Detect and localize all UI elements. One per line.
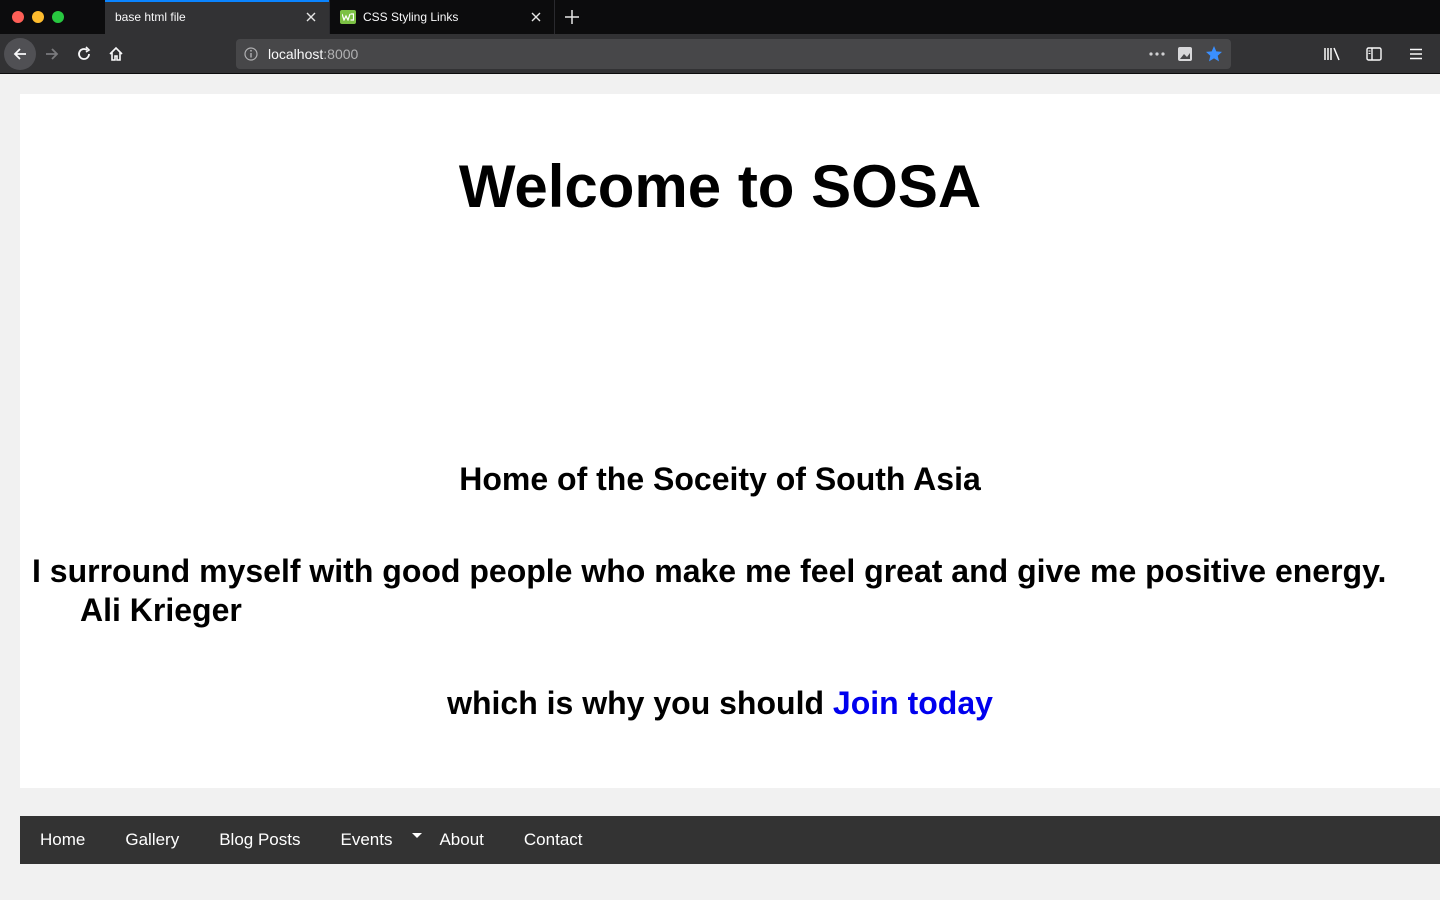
site-favicon-icon — [340, 10, 356, 24]
nav-item-events[interactable]: Events — [340, 830, 423, 850]
home-icon — [109, 46, 123, 61]
tab-title: base html file — [115, 10, 186, 24]
screenshot-icon[interactable] — [1177, 46, 1193, 62]
reload-button[interactable] — [68, 38, 100, 70]
chevron-down-icon — [412, 832, 423, 838]
close-window-button[interactable] — [12, 11, 24, 23]
join-prefix: which is why you should — [447, 685, 824, 721]
more-icon[interactable] — [1149, 52, 1165, 56]
tab-bar: base html file CSS Styling Links — [0, 0, 1440, 34]
page-subtitle: Home of the Soceity of South Asia — [459, 461, 981, 497]
toolbar-right — [1316, 38, 1432, 70]
hamburger-menu-icon — [1410, 48, 1422, 60]
plus-icon — [565, 10, 579, 24]
window-controls — [0, 0, 105, 34]
new-tab-button[interactable] — [555, 0, 589, 34]
url-bar-actions — [1149, 39, 1223, 69]
reload-icon — [78, 45, 91, 60]
quote-author: Ali Krieger — [80, 592, 242, 628]
tab-css-styling-links[interactable]: CSS Styling Links — [330, 0, 555, 34]
quote-text: I surround myself with good people who m… — [32, 553, 1387, 589]
menu-button[interactable] — [1400, 38, 1432, 70]
nav-item-blog-posts[interactable]: Blog Posts — [219, 830, 300, 850]
arrow-right-icon — [46, 47, 59, 60]
library-icon — [1324, 47, 1340, 61]
back-button[interactable] — [4, 37, 36, 70]
nav-item-about[interactable]: About — [439, 830, 483, 850]
close-icon[interactable] — [303, 9, 319, 25]
url-bar[interactable]: localhost:8000 — [236, 39, 1231, 69]
url-host: localhost — [268, 46, 324, 62]
sidebar-icon — [1366, 47, 1382, 61]
join-line: which is why you should Join today — [0, 685, 1440, 722]
page-title: Welcome to SOSA — [458, 153, 982, 220]
sidebar-button[interactable] — [1358, 38, 1390, 70]
tab-title: CSS Styling Links — [363, 10, 459, 24]
close-icon[interactable] — [528, 9, 544, 25]
navigation-toolbar: localhost:8000 — [0, 34, 1440, 74]
forward-button[interactable] — [36, 38, 68, 70]
nav-item-gallery[interactable]: Gallery — [125, 830, 179, 850]
nav-item-events-label: Events — [340, 830, 393, 849]
arrow-left-icon — [13, 47, 26, 60]
info-icon[interactable] — [244, 47, 258, 61]
star-icon[interactable] — [1205, 45, 1223, 63]
nav-item-contact[interactable]: Contact — [524, 830, 583, 850]
tab-base-html-file[interactable]: base html file — [105, 0, 330, 34]
maximize-window-button[interactable] — [52, 11, 64, 23]
library-button[interactable] — [1316, 38, 1348, 70]
url-port: :8000 — [323, 46, 359, 62]
minimize-window-button[interactable] — [32, 11, 44, 23]
join-today-link[interactable]: Join today — [833, 685, 993, 721]
home-button[interactable] — [100, 38, 132, 70]
site-nav-bar: Home Gallery Blog Posts Events About Con… — [20, 816, 1440, 864]
nav-item-home[interactable]: Home — [40, 830, 85, 850]
